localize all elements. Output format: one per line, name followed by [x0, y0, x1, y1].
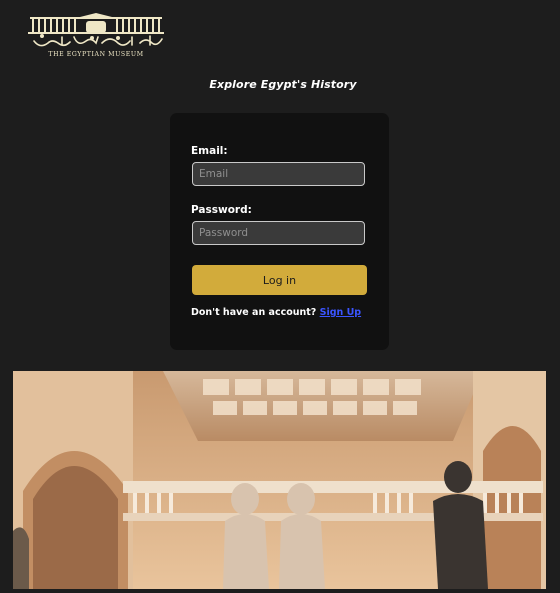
logo-english-text: THE EGYPTIAN MUSEUM	[48, 51, 143, 58]
email-field[interactable]	[192, 162, 365, 186]
signup-row: Don't have an account? Sign Up	[191, 307, 361, 318]
email-label: Email:	[191, 145, 228, 157]
password-field[interactable]	[192, 221, 365, 245]
museum-interior-illustration	[13, 371, 546, 589]
login-card: Email: Password: Log in Don't have an ac…	[170, 113, 389, 350]
page-tagline: Explore Egypt's History	[209, 78, 357, 91]
login-button[interactable]: Log in	[192, 265, 367, 295]
password-label: Password:	[191, 204, 252, 216]
museum-interior-photo	[13, 371, 546, 589]
signup-link[interactable]: Sign Up	[320, 307, 361, 318]
museum-logo: THE EGYPTIAN MUSEUM	[22, 13, 170, 58]
museum-logo-graphic: THE EGYPTIAN MUSEUM	[28, 13, 164, 58]
signup-prompt: Don't have an account?	[191, 307, 317, 318]
